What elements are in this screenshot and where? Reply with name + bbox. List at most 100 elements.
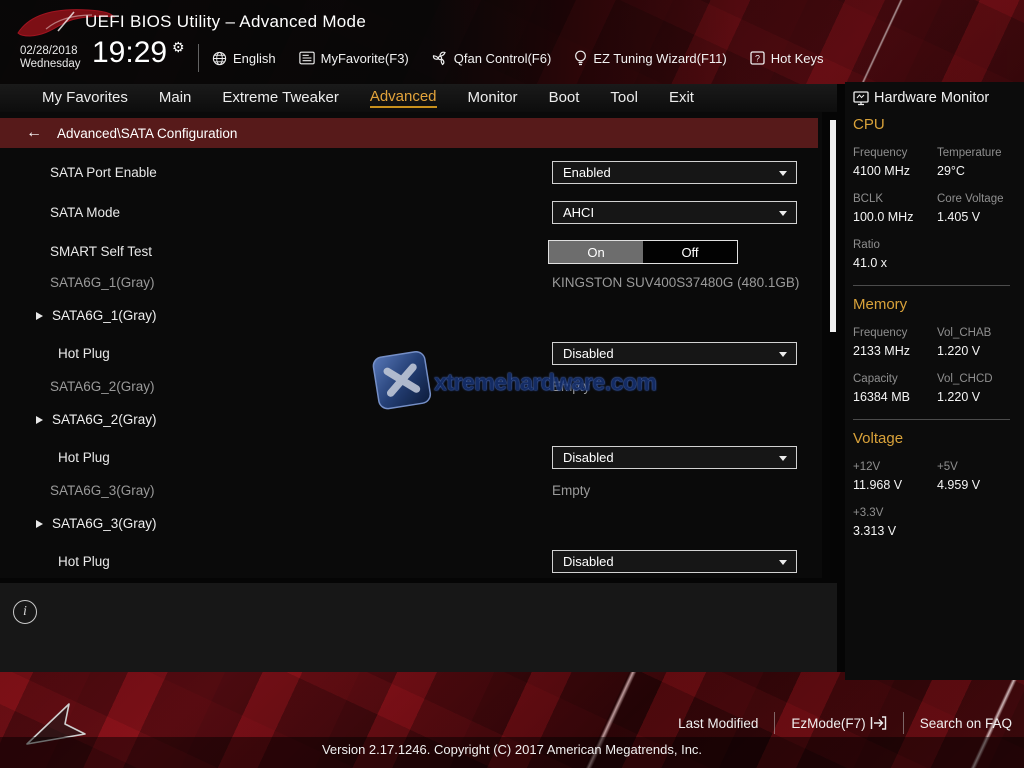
setting-row-sata-port-enable: SATA Port Enable Enabled — [0, 161, 822, 185]
date-display: 02/28/2018 Wednesday — [20, 45, 81, 71]
fan-icon — [432, 50, 448, 66]
header-toolbar: English MyFavorite(F3) Qfan Control(F6) … — [212, 44, 823, 72]
ezmode-button[interactable]: EzMode(F7) — [791, 716, 886, 731]
setting-row-smart-self-test: SMART Self Test On Off — [0, 240, 822, 264]
port-label: SATA6G_1(Gray) — [50, 274, 155, 292]
port-label: SATA6G_3(Gray) — [50, 482, 155, 500]
language-button[interactable]: English — [212, 51, 276, 66]
tab-main[interactable]: Main — [159, 84, 192, 112]
chevron-down-icon — [779, 211, 787, 216]
port-device-value: Empty — [552, 482, 590, 500]
reading: +12V 11.968 V — [853, 461, 937, 492]
reading: Temperature 29°C — [937, 147, 1014, 178]
sata-port-enable-dropdown[interactable]: Enabled — [552, 161, 797, 184]
submenu-arrow-icon — [36, 520, 43, 528]
tab-advanced[interactable]: Advanced — [370, 84, 437, 112]
header-divider — [198, 44, 199, 72]
hardware-monitor-title: Hardware Monitor — [874, 90, 989, 106]
tab-my-favorites[interactable]: My Favorites — [42, 84, 128, 112]
submenu-row-sata6g-1[interactable]: SATA6G_1(Gray) — [0, 307, 822, 331]
qfan-control-button[interactable]: Qfan Control(F6) — [432, 50, 552, 66]
reading: Core Voltage 1.405 V — [937, 193, 1014, 224]
gear-icon[interactable]: ⚙ — [172, 40, 185, 54]
reading: Frequency 4100 MHz — [853, 147, 937, 178]
chevron-down-icon — [779, 352, 787, 357]
tab-boot[interactable]: Boot — [549, 84, 580, 112]
cpu-readings: Frequency 4100 MHz Temperature 29°C BCLK… — [853, 147, 1014, 285]
setting-row-sata-mode: SATA Mode AHCI — [0, 201, 822, 225]
section-title-voltage: Voltage — [853, 430, 1014, 447]
section-title-cpu: CPU — [853, 116, 1014, 133]
nav-bar: My Favorites Main Extreme Tweaker Advanc… — [0, 84, 837, 112]
setting-label: Hot Plug — [58, 342, 110, 366]
svg-text:?: ? — [755, 54, 760, 64]
language-label: English — [233, 51, 276, 66]
bulb-icon — [574, 50, 587, 66]
toggle-on-option[interactable]: On — [549, 241, 643, 263]
hot-keys-label: Hot Keys — [771, 51, 824, 66]
setting-label: SMART Self Test — [50, 240, 152, 264]
dropdown-value: Disabled — [563, 554, 614, 569]
setting-label: SATA Port Enable — [50, 161, 157, 185]
myfavorite-label: MyFavorite(F3) — [321, 51, 409, 66]
hot-keys-button[interactable]: ? Hot Keys — [750, 51, 824, 66]
watermark-text: xtremehardware.com — [434, 369, 656, 396]
port-device-value: KINGSTON SUV400S37480G (480.1GB) — [552, 274, 799, 292]
chevron-down-icon — [779, 171, 787, 176]
section-title-memory: Memory — [853, 296, 1014, 313]
reading: BCLK 100.0 MHz — [853, 193, 937, 224]
myfavorite-icon — [299, 51, 315, 65]
ez-tuning-wizard-button[interactable]: EZ Tuning Wizard(F11) — [574, 50, 726, 66]
description-panel: i — [0, 583, 837, 672]
tab-tool[interactable]: Tool — [610, 84, 638, 112]
search-on-faq-button[interactable]: Search on FAQ — [920, 716, 1012, 731]
tab-exit[interactable]: Exit — [669, 84, 694, 112]
footer-divider — [903, 712, 904, 734]
sata-mode-dropdown[interactable]: AHCI — [552, 201, 797, 224]
dropdown-value: AHCI — [563, 205, 594, 220]
reading: +5V 4.959 V — [937, 461, 1014, 492]
hardware-monitor-header: Hardware Monitor — [853, 90, 1014, 106]
submenu-arrow-icon — [36, 416, 43, 424]
setting-label: Hot Plug — [58, 446, 110, 470]
hot-plug-2-dropdown[interactable]: Disabled — [552, 446, 797, 469]
info-icon: i — [13, 600, 37, 624]
watermark-x-icon — [368, 346, 439, 417]
tab-extreme-tweaker[interactable]: Extreme Tweaker — [222, 84, 338, 112]
globe-icon — [212, 51, 227, 66]
setting-row-hot-plug-2: Hot Plug Disabled — [0, 446, 822, 470]
reading: Vol_CHCD 1.220 V — [937, 373, 1014, 404]
monitor-icon — [853, 91, 869, 106]
toggle-off-option[interactable]: Off — [643, 241, 737, 263]
date-value: 02/28/2018 — [20, 45, 81, 58]
dropdown-value: Disabled — [563, 450, 614, 465]
setting-label: Hot Plug — [58, 550, 110, 574]
myfavorite-button[interactable]: MyFavorite(F3) — [299, 51, 409, 66]
setting-label: SATA Mode — [50, 201, 120, 225]
chevron-down-icon — [779, 456, 787, 461]
port-label: SATA6G_2(Gray) — [50, 378, 155, 396]
hot-plug-3-dropdown[interactable]: Disabled — [552, 550, 797, 573]
dropdown-value: Enabled — [563, 165, 611, 180]
footer-divider — [774, 712, 775, 734]
scrollbar-thumb[interactable] — [830, 120, 836, 332]
submenu-row-sata6g-3[interactable]: SATA6G_3(Gray) — [0, 515, 822, 539]
last-modified-button[interactable]: Last Modified — [678, 716, 758, 731]
back-arrow-icon[interactable]: ← — [26, 125, 42, 141]
reading: Capacity 16384 MB — [853, 373, 937, 404]
ezmode-label: EzMode(F7) — [791, 716, 865, 731]
qfan-control-label: Qfan Control(F6) — [454, 51, 552, 66]
submenu-arrow-icon — [36, 312, 43, 320]
page-title: UEFI BIOS Utility – Advanced Mode — [85, 12, 366, 32]
submenu-label: SATA6G_2(Gray) — [52, 411, 157, 429]
info-row-sata6g-3: SATA6G_3(Gray) Empty — [0, 482, 822, 506]
settings-panel: ← Advanced\SATA Configuration SATA Port … — [0, 112, 822, 578]
breadcrumb-label: Advanced\SATA Configuration — [57, 126, 237, 141]
exit-to-ezmode-icon — [870, 716, 887, 730]
section-divider — [853, 285, 1010, 286]
smart-self-test-toggle[interactable]: On Off — [548, 240, 738, 264]
time-display: 19:29 — [92, 36, 167, 70]
watermark: xtremehardware.com — [372, 350, 642, 416]
tab-monitor[interactable]: Monitor — [468, 84, 518, 112]
submenu-label: SATA6G_1(Gray) — [52, 307, 157, 325]
